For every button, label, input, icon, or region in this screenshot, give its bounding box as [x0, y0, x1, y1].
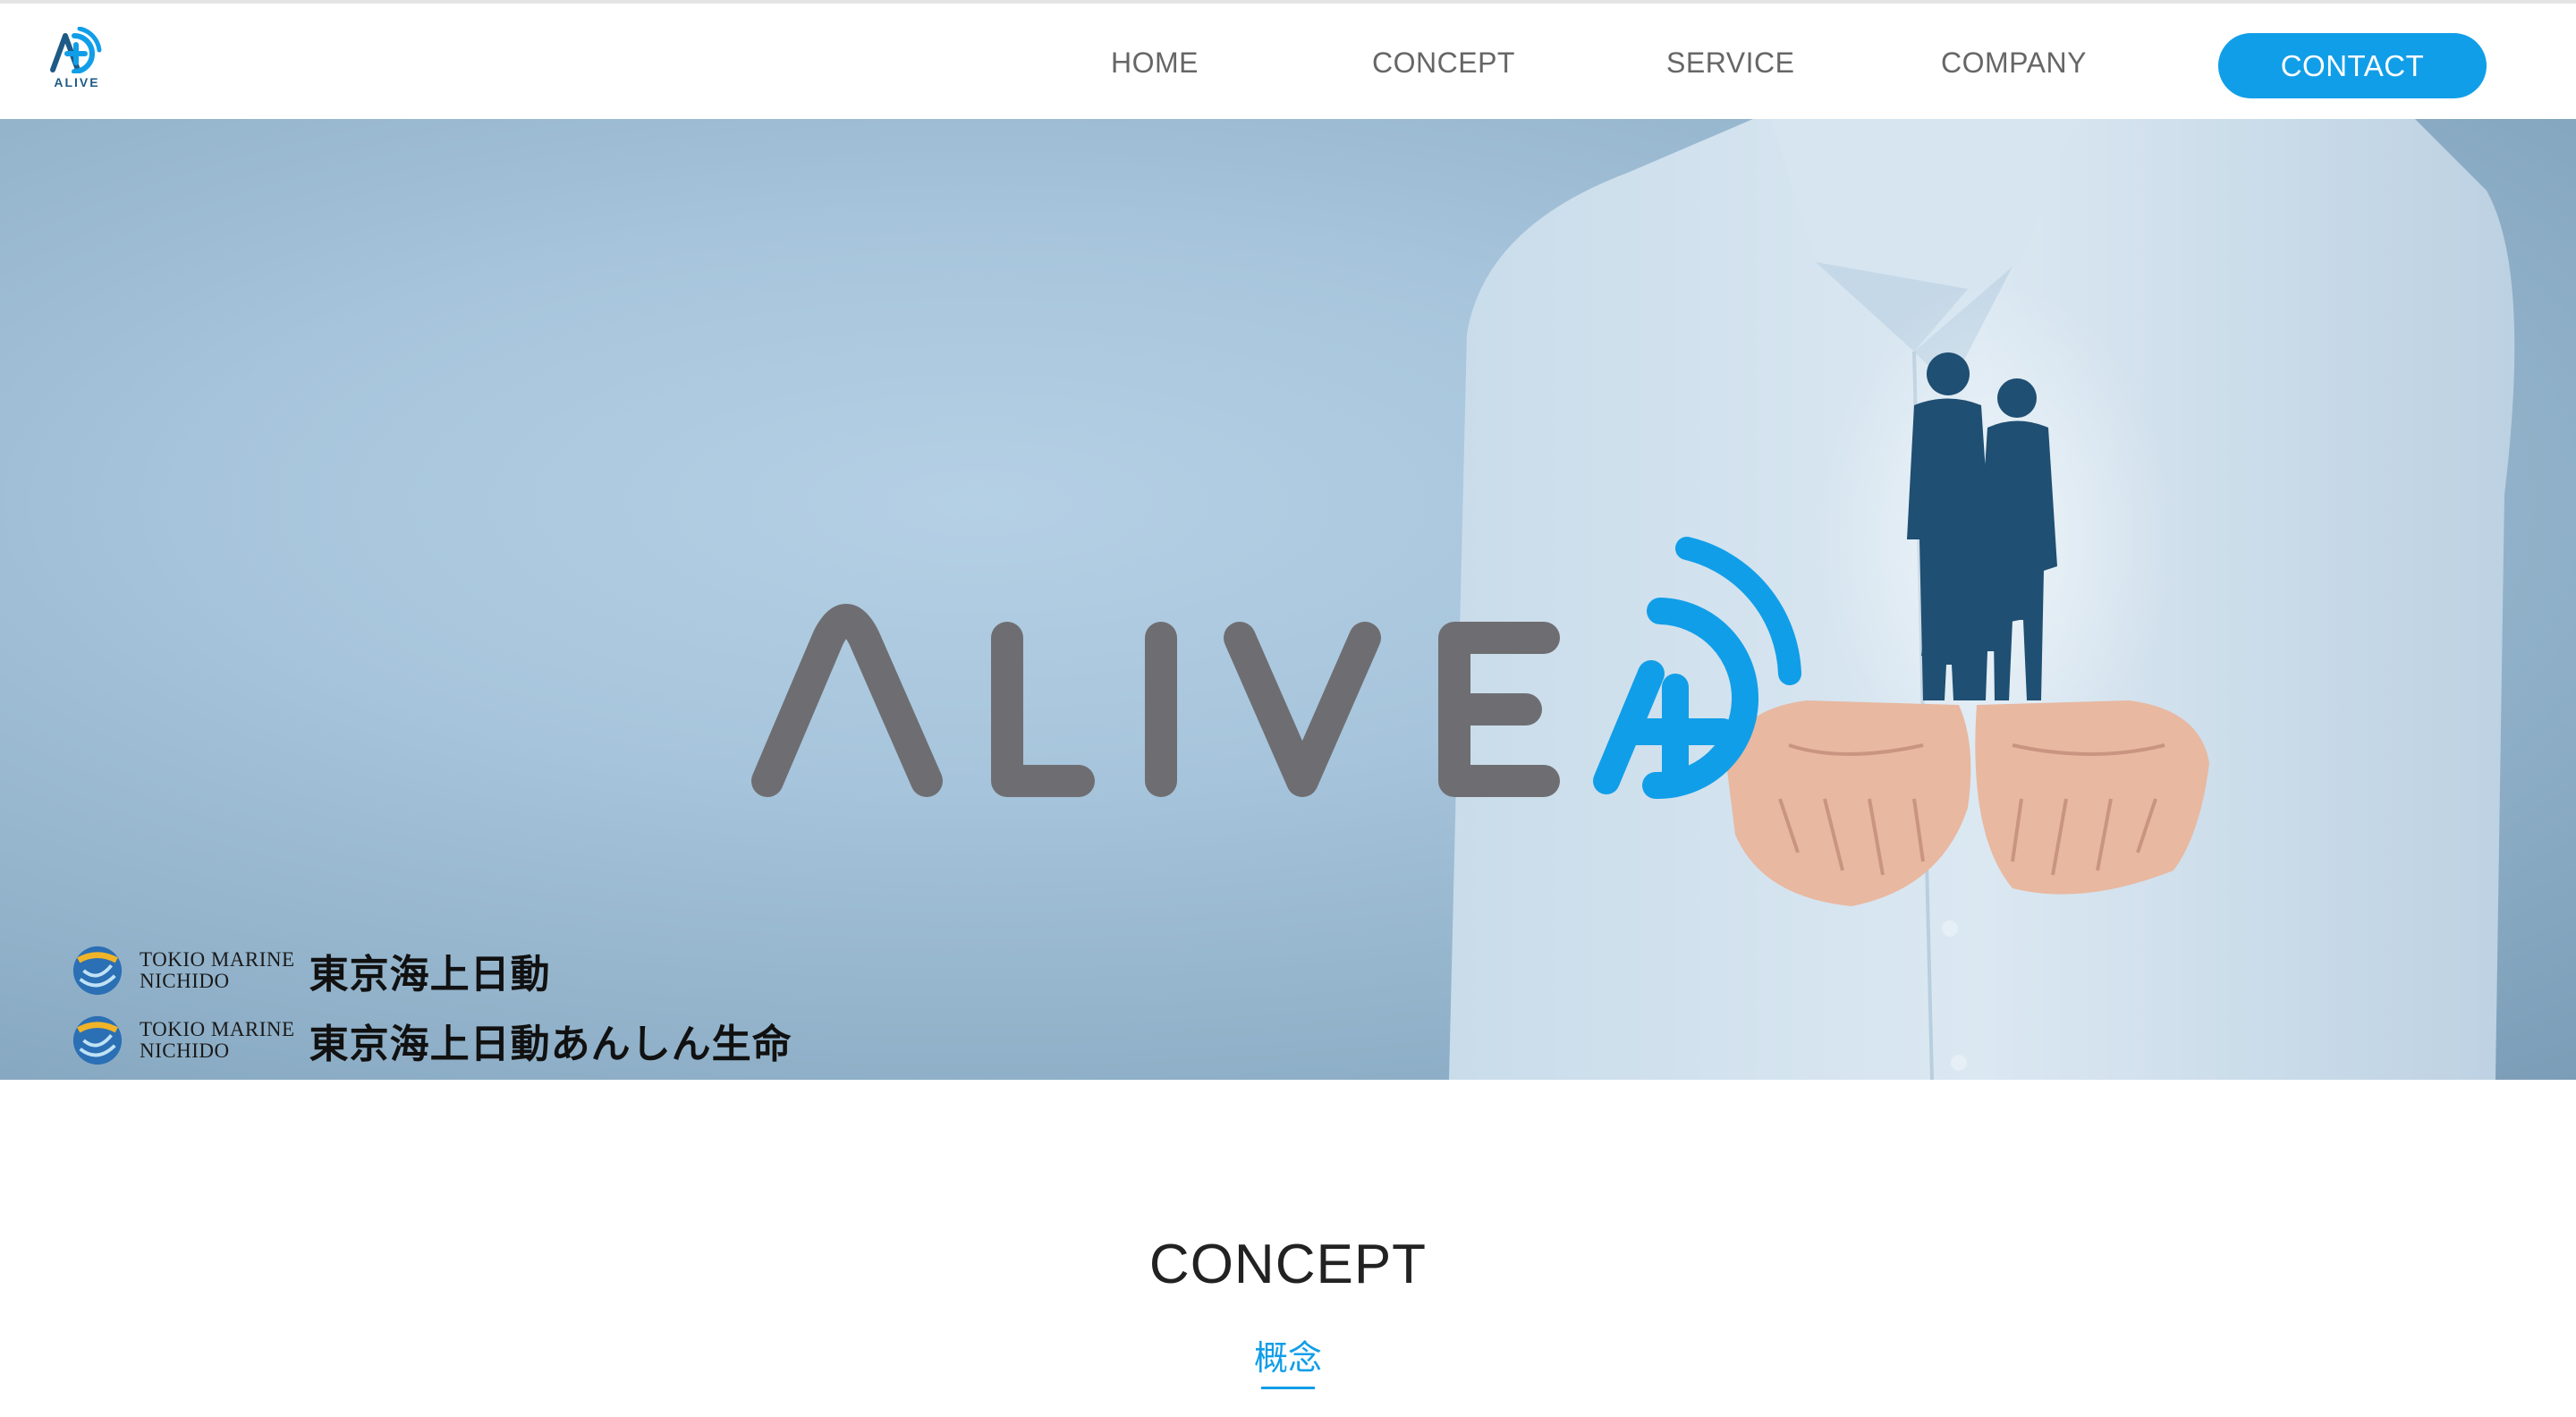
site-header: ALIVE HOME CONCEPT SERVICE COMPANY CONTA… [0, 0, 2576, 119]
sponsor-japanese-name: 東京海上日動 [309, 953, 551, 997]
nav-company-link[interactable]: COMPANY [1941, 47, 2087, 80]
tokio-marine-globe-icon [72, 946, 123, 996]
nav-service-link[interactable]: SERVICE [1666, 47, 1794, 80]
main-nav: HOME CONCEPT SERVICE COMPANY CONTACT [0, 4, 2576, 123]
alive-wordmark-logo [751, 537, 1801, 800]
nav-concept-link[interactable]: CONCEPT [1372, 47, 1515, 80]
hero-banner: TOKIO MARINE NICHIDO 東京海上日動 TOKIO MARINE… [0, 119, 2576, 1080]
sponsor-japanese-name: 東京海上日動あんしん生命 [309, 1022, 792, 1066]
section-subtitle: 概念 [1253, 1340, 1322, 1378]
sponsor-en-line2: NICHIDO [140, 970, 230, 992]
sponsor-english-name: TOKIO MARINE NICHIDO [140, 1019, 295, 1062]
contact-button[interactable]: CONTACT [2218, 33, 2487, 98]
tokio-marine-globe-icon [72, 1015, 123, 1065]
sponsor-en-line1: TOKIO MARINE [140, 1018, 295, 1040]
sponsor-en-line1: TOKIO MARINE [140, 948, 295, 971]
section-underline-divider [1261, 1387, 1315, 1389]
section-title: CONCEPT [1148, 1234, 1428, 1295]
sponsor-english-name: TOKIO MARINE NICHIDO [140, 949, 295, 992]
sponsor-tokio-marine-anshin-life: TOKIO MARINE NICHIDO 東京海上日動あんしん生命 [72, 1012, 792, 1069]
sponsor-en-line2: NICHIDO [140, 1039, 230, 1062]
sponsor-tokio-marine-nichido: TOKIO MARINE NICHIDO 東京海上日動 [72, 942, 551, 999]
nav-home-link[interactable]: HOME [1111, 47, 1199, 80]
